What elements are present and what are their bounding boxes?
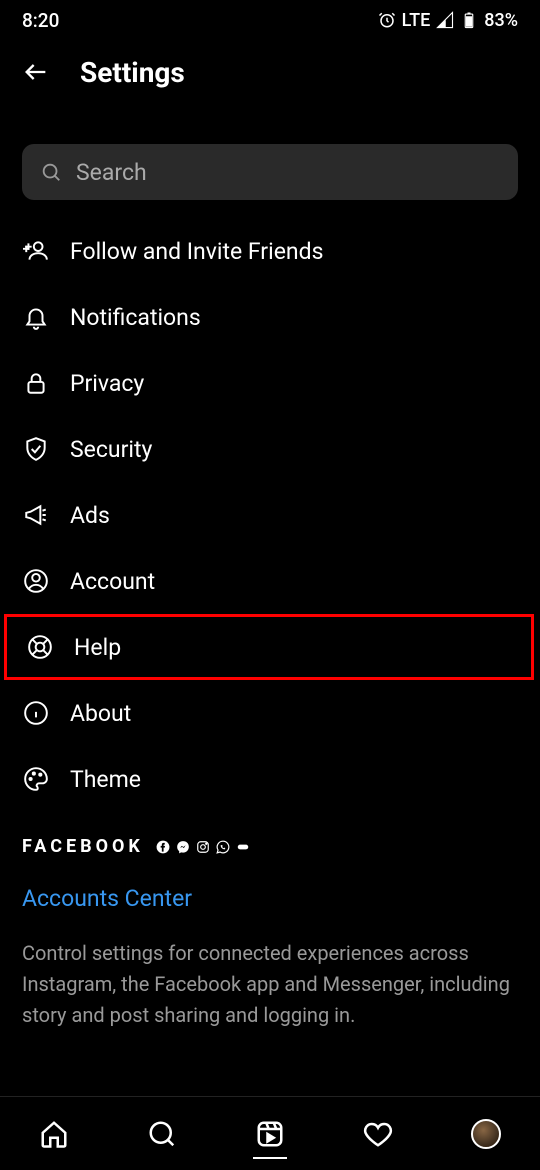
menu-label: About (70, 700, 131, 727)
nav-home[interactable] (39, 1119, 69, 1149)
megaphone-icon (22, 501, 50, 529)
nav-activity[interactable] (363, 1119, 393, 1149)
menu-item-security[interactable]: Security (0, 416, 540, 482)
account-icon (22, 567, 50, 595)
lifebuoy-icon (26, 633, 54, 661)
accounts-center-link[interactable]: Accounts Center (22, 885, 518, 912)
messenger-icon (176, 840, 190, 854)
bell-icon (22, 303, 50, 331)
signal-icon (436, 11, 454, 29)
settings-menu: Follow and Invite Friends Notifications … (0, 218, 540, 812)
menu-item-notifications[interactable]: Notifications (0, 284, 540, 350)
shield-icon (22, 435, 50, 463)
search-icon (147, 1119, 177, 1149)
menu-label: Security (70, 436, 152, 463)
instagram-icon (196, 840, 210, 854)
network-label: LTE (402, 10, 431, 31)
battery-icon (460, 11, 478, 29)
menu-label: Notifications (70, 304, 201, 331)
facebook-logo: FACEBOOK (22, 836, 144, 857)
menu-label: Privacy (70, 370, 144, 397)
menu-item-follow-invite[interactable]: Follow and Invite Friends (0, 218, 540, 284)
menu-item-privacy[interactable]: Privacy (0, 350, 540, 416)
facebook-product-icons (156, 840, 250, 854)
menu-item-account[interactable]: Account (0, 548, 540, 614)
bottom-nav (0, 1096, 540, 1170)
palette-icon (22, 765, 50, 793)
nav-profile[interactable] (471, 1119, 501, 1149)
menu-label: Help (74, 634, 121, 661)
heart-icon (363, 1119, 393, 1149)
menu-item-ads[interactable]: Ads (0, 482, 540, 548)
menu-item-about[interactable]: About (0, 680, 540, 746)
home-icon (39, 1119, 69, 1149)
info-icon (22, 699, 50, 727)
search-input[interactable]: Search (22, 144, 518, 200)
menu-label: Theme (70, 766, 141, 793)
header: Settings (0, 40, 540, 104)
battery-percent: 83% (484, 10, 518, 31)
whatsapp-icon (216, 840, 230, 854)
status-right: LTE 83% (378, 10, 518, 31)
menu-item-help[interactable]: Help (4, 614, 534, 680)
oculus-icon (236, 840, 250, 854)
search-placeholder: Search (76, 159, 147, 186)
menu-label: Ads (70, 502, 110, 529)
alarm-icon (378, 11, 396, 29)
menu-label: Follow and Invite Friends (70, 238, 323, 265)
back-icon[interactable] (22, 58, 50, 86)
search-icon (40, 161, 62, 183)
facebook-section: FACEBOOK Accounts Center Control setting… (0, 812, 540, 1031)
avatar (471, 1119, 501, 1149)
reels-icon (255, 1119, 285, 1149)
page-title: Settings (80, 56, 185, 89)
nav-reels[interactable] (255, 1119, 285, 1149)
facebook-icon (156, 840, 170, 854)
status-time: 8:20 (22, 9, 59, 32)
accounts-center-description: Control settings for connected experienc… (22, 938, 518, 1031)
menu-label: Account (70, 568, 155, 595)
nav-search[interactable] (147, 1119, 177, 1149)
menu-item-theme[interactable]: Theme (0, 746, 540, 812)
status-bar: 8:20 LTE 83% (0, 0, 540, 40)
lock-icon (22, 369, 50, 397)
add-user-icon (22, 237, 50, 265)
